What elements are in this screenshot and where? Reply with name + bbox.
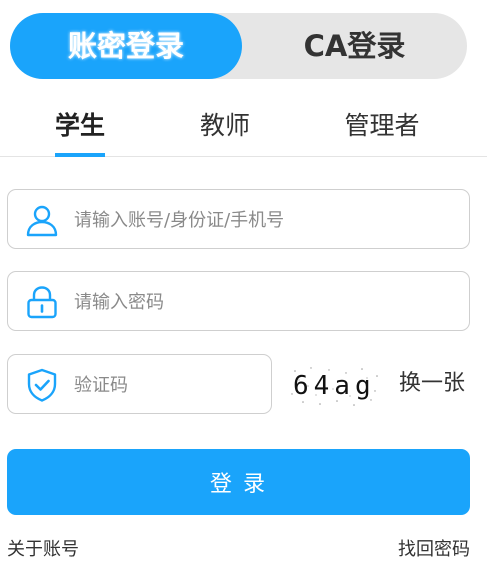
about-account-link[interactable]: 关于账号 — [7, 538, 79, 562]
account-field — [7, 189, 470, 249]
captcha-code: 64ag — [293, 371, 376, 401]
account-input[interactable] — [74, 204, 454, 236]
password-input[interactable] — [74, 286, 454, 318]
captcha-refresh-link[interactable]: 换一张 — [399, 369, 465, 399]
account-login-tab[interactable]: 账密登录 — [10, 13, 242, 79]
captcha-field — [7, 354, 272, 414]
login-mode-switch: 账密登录 CA登录 — [10, 13, 467, 79]
lock-icon — [27, 286, 57, 319]
recover-password-link[interactable]: 找回密码 — [398, 538, 470, 562]
password-field — [7, 271, 470, 331]
ca-login-tab[interactable]: CA登录 — [242, 13, 467, 79]
tab-teacher[interactable]: 教师 — [175, 110, 275, 142]
user-icon — [26, 205, 58, 237]
tab-student[interactable]: 学生 — [30, 110, 130, 142]
shield-check-icon — [27, 368, 57, 402]
tab-admin[interactable]: 管理者 — [322, 110, 442, 142]
role-tabs: 学生 教师 管理者 — [0, 100, 487, 157]
captcha-image[interactable]: 64ag — [289, 364, 381, 408]
captcha-input[interactable] — [74, 369, 259, 401]
login-button[interactable]: 登 录 — [7, 449, 470, 515]
active-tab-indicator — [55, 153, 105, 157]
